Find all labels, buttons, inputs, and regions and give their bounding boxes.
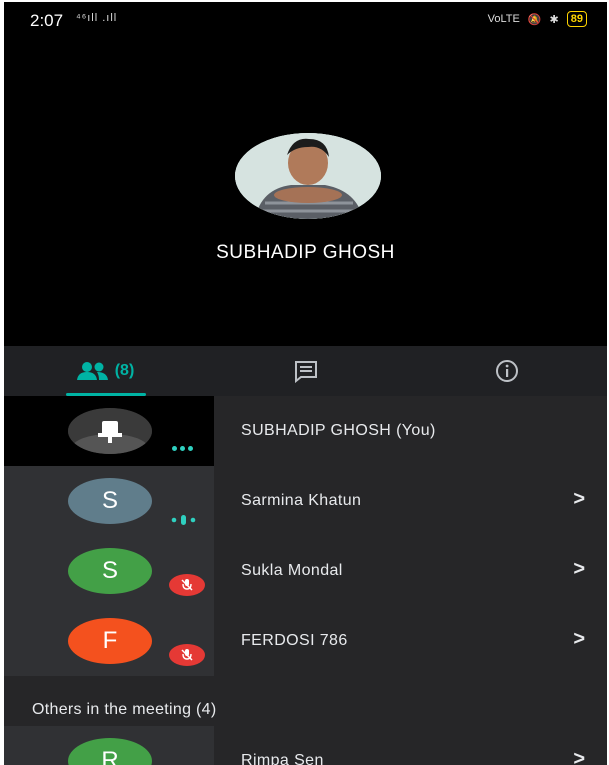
speaking-dots-icon <box>172 446 193 451</box>
tab-bar: (8) <box>4 346 607 396</box>
participant-row[interactable]: S Sarmina Khatun > <box>4 466 607 536</box>
participant-name: Sukla Mondal <box>241 562 343 579</box>
participant-tile <box>4 396 214 466</box>
participant-avatar <box>68 408 152 454</box>
chevron-right-icon[interactable]: > <box>573 488 585 511</box>
mute-status-icon: 🔕 <box>527 13 542 26</box>
participant-row[interactable]: R Rimpa Sen > <box>4 726 607 765</box>
participant-tile: S <box>4 536 214 606</box>
participant-name: Sarmina Khatun <box>241 492 362 509</box>
participant-row-you[interactable]: SUBHADIP GHOSH (You) <box>4 396 607 466</box>
others-section-header: Others in the meeting (4) <box>32 701 217 718</box>
chevron-right-icon[interactable]: > <box>573 628 585 651</box>
audio-level-icon <box>171 515 196 525</box>
mic-off-icon <box>169 644 205 666</box>
participant-avatar: S <box>68 548 152 594</box>
info-icon <box>495 360 518 382</box>
chevron-right-icon[interactable]: > <box>573 748 585 765</box>
main-video-area[interactable]: SUBHADIP GHOSH <box>4 40 607 346</box>
people-icon <box>76 362 108 380</box>
tab-people[interactable]: (8) <box>4 346 205 396</box>
phone-screen: 2:07 ⁴⁶ıll .ıll VoLTE 🔕 ✱ 89 SUBHADIP GH… <box>4 2 607 765</box>
participant-tile: F <box>4 606 214 676</box>
participant-name: FERDOSI 786 <box>241 632 348 649</box>
tab-info[interactable] <box>406 346 607 396</box>
participants-panel: SUBHADIP GHOSH (You) S Sarmina Khatun > … <box>4 396 607 765</box>
speaker-name: SUBHADIP GHOSH <box>216 242 395 263</box>
participant-avatar: S <box>68 478 152 524</box>
participant-row[interactable]: S Sukla Mondal > <box>4 536 607 606</box>
status-time: 2:07 <box>30 11 64 30</box>
chevron-right-icon[interactable]: > <box>573 558 585 581</box>
status-icons: VoLTE 🔕 ✱ 89 <box>488 11 587 27</box>
chat-icon <box>294 361 317 383</box>
people-count: (8) <box>114 362 135 379</box>
tab-chat[interactable] <box>205 346 406 396</box>
mic-off-icon <box>169 574 205 596</box>
battery-indicator: 89 <box>566 11 587 27</box>
signal-indicator: ⁴⁶ıll .ıll <box>76 12 118 24</box>
participant-row[interactable]: F FERDOSI 786 > <box>4 606 607 676</box>
speaker-avatar <box>235 133 381 219</box>
status-bar: 2:07 ⁴⁶ıll .ıll VoLTE 🔕 ✱ 89 <box>4 2 607 40</box>
participant-name: Rimpa Sen <box>241 752 324 765</box>
volte-indicator: VoLTE <box>487 13 520 25</box>
participant-name: SUBHADIP GHOSH (You) <box>241 422 436 439</box>
participant-tile: R <box>4 726 214 765</box>
bluetooth-icon: ✱ <box>549 13 559 26</box>
participant-avatar: F <box>68 618 152 664</box>
participant-tile: S <box>4 466 214 536</box>
participant-avatar: R <box>68 738 152 765</box>
